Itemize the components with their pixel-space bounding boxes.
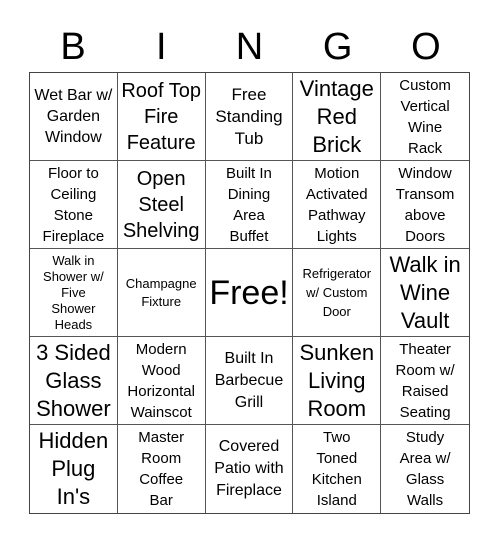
cell-text: Two Toned Kitchen Island [311,429,362,509]
bingo-header: B I N G O [29,22,470,72]
bingo-cell[interactable]: Built In Barbecue Grill [205,337,294,425]
header-letter-g: G [322,26,353,68]
cell-text: Hidden Plug In's [38,428,109,509]
bingo-cell[interactable]: Motion Activated Pathway Lights [293,161,382,249]
header-letter-n: N [235,26,264,68]
bingo-cell[interactable]: Walk in Wine Vault [381,249,469,337]
cell-text: Study Area w/ Glass Walls [399,429,451,509]
cell-text: Custom Vertical Wine Rack [399,76,451,157]
cell-text: Champagne Fixture [125,275,197,309]
cell-text: Free Standing Tub [215,84,283,148]
cell-text: Motion Activated Pathway Lights [305,164,368,245]
bingo-cell[interactable]: Two Toned Kitchen Island [293,425,382,513]
cell-text: 3 Sided Glass Shower [36,339,111,421]
cell-text: Theater Room w/ Raised Seating [395,340,455,421]
bingo-cell[interactable]: Covered Patio with Fireplace [206,425,294,513]
cell-text: Wet Bar w/ Garden Window [34,87,113,146]
bingo-cell[interactable]: Built In Dining Area Buffet [205,161,294,249]
bingo-cell[interactable]: Vintage Red Brick [293,73,382,161]
cell-text: Refrigerator w/ Custom Door [302,266,372,319]
cell-text: Covered Patio with Fireplace [214,438,284,499]
cell-text: Walk in Wine Vault [389,251,461,333]
cell-text: Built In Dining Area Buffet [226,164,272,245]
cell-text: Walk in Shower w/ Five Shower Heads [43,252,104,332]
free-space[interactable]: Free! [205,249,294,337]
bingo-cell[interactable]: Modern Wood Horizontal Wainscot [117,337,206,425]
bingo-cell[interactable]: Sunken Living Room [293,337,382,425]
free-space-text: Free! [209,273,289,312]
bingo-cell[interactable]: Theater Room w/ Raised Seating [381,337,469,425]
header-letter-o: O [411,26,441,68]
bingo-cell[interactable]: Master Room Coffee Bar [118,425,206,513]
cell-text: Sunken Living Room [299,339,375,421]
bingo-cell[interactable]: Window Transom above Doors [381,161,469,249]
bingo-cell[interactable]: 3 Sided Glass Shower [30,337,118,425]
bingo-grid: Wet Bar w/ Garden Window Roof Top Fire F… [29,72,470,514]
bingo-cell[interactable]: Walk in Shower w/ Five Shower Heads [30,249,118,337]
cell-text: Open Steel Shelving [122,167,200,242]
cell-text: Modern Wood Horizontal Wainscot [127,340,195,421]
bingo-cell[interactable]: Roof Top Fire Feature [117,73,206,161]
bingo-cell[interactable]: Floor to Ceiling Stone Fireplace [30,161,118,249]
header-letter-i: I [156,26,167,68]
cell-text: Floor to Ceiling Stone Fireplace [42,164,105,245]
bingo-cell[interactable]: Custom Vertical Wine Rack [381,73,469,161]
cell-text: Built In Barbecue Grill [214,349,284,411]
bingo-cell[interactable]: Champagne Fixture [117,249,206,337]
bingo-cell[interactable]: Free Standing Tub [205,73,294,161]
cell-text: Master Room Coffee Bar [138,429,185,509]
bingo-cell[interactable]: Refrigerator w/ Custom Door [293,249,382,337]
bingo-cell[interactable]: Hidden Plug In's [30,425,118,513]
cell-text: Vintage Red Brick [299,75,374,157]
bingo-cell[interactable]: Study Area w/ Glass Walls [381,425,469,513]
bingo-cell[interactable]: Wet Bar w/ Garden Window [30,73,118,161]
bingo-cell[interactable]: Open Steel Shelving [117,161,206,249]
cell-text: Roof Top Fire Feature [121,79,202,154]
cell-text: Window Transom above Doors [395,164,455,245]
header-letter-b: B [60,26,86,68]
